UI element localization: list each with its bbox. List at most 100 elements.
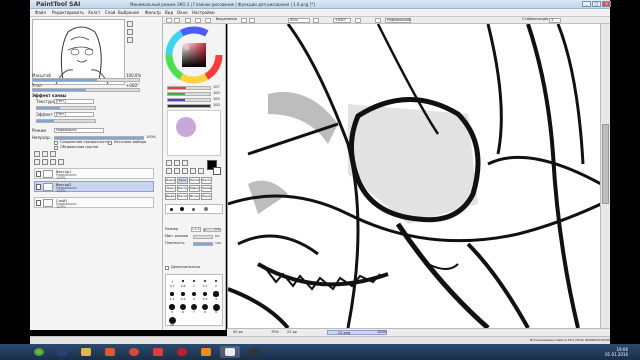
brush-size-cell[interactable]: 9 (211, 302, 221, 314)
rotate-right-icon[interactable] (355, 18, 361, 23)
deselect-icon[interactable] (185, 18, 191, 23)
tool-button[interactable]: Заливка (201, 185, 212, 192)
color-swatch[interactable] (176, 117, 196, 137)
new-layer-icon[interactable] (34, 151, 40, 157)
brush-size-cell[interactable]: 0.8 (178, 276, 188, 288)
minimize-button[interactable]: _ (582, 1, 591, 7)
menu-canvas[interactable]: Холст (88, 10, 100, 15)
rotate-left-icon[interactable] (313, 18, 319, 23)
nav-fit-icon[interactable] (127, 37, 133, 43)
selection-source-checkbox[interactable] (108, 141, 112, 145)
brush-size-cell[interactable]: 7 (189, 302, 199, 314)
brush-size-grid[interactable]: 0.7 0.8 1 1.5 2 2.3 2.6 3 3.5 4 5 6 7 8 9 10 (165, 274, 223, 327)
taskbar-app-photoshop[interactable] (52, 346, 72, 358)
menu-edit[interactable]: Редактировать (52, 10, 84, 15)
nav-zoom-out-icon[interactable] (127, 29, 133, 35)
merge-down-icon[interactable] (42, 159, 48, 165)
angle-select[interactable]: +000° (333, 18, 351, 23)
preserve-opacity-checkbox[interactable] (54, 141, 58, 145)
system-clock[interactable]: 19:06 01.01.2016 (605, 347, 628, 357)
checkbox-icon[interactable] (205, 18, 211, 23)
copy-layer-icon[interactable] (34, 159, 40, 165)
menu-filter[interactable]: Фильтр (145, 10, 161, 15)
menu-window[interactable]: Окно (177, 10, 188, 15)
brush-size-cell[interactable]: 3.5 (200, 289, 210, 301)
brush-size-cell[interactable]: 5 (167, 302, 177, 314)
taskbar-app-recorder[interactable] (244, 346, 264, 358)
nav-angle-slider[interactable] (32, 88, 140, 92)
menu-selection[interactable]: Выбрание (118, 10, 139, 15)
green-slider[interactable] (167, 92, 211, 96)
advanced-checkbox[interactable] (165, 266, 169, 270)
taskbar-app-yandex[interactable] (148, 346, 168, 358)
zoom-out-icon[interactable] (241, 18, 247, 23)
vertical-scrollbar[interactable] (600, 24, 610, 328)
brush-size-cell[interactable]: 8 (200, 302, 210, 314)
hand-tool-icon[interactable] (190, 168, 196, 174)
tool-button[interactable]: Маркер (189, 185, 200, 192)
tool-button[interactable]: Лассо (177, 193, 188, 200)
taskbar-app-explorer[interactable] (76, 346, 96, 358)
new-folder-icon[interactable] (50, 151, 56, 157)
menu-view[interactable]: Вид (165, 10, 173, 15)
move-tool-icon[interactable] (166, 168, 172, 174)
eye-icon[interactable] (36, 171, 41, 177)
undo-icon[interactable] (166, 18, 172, 23)
clear-layer-icon[interactable] (50, 159, 56, 165)
brush-size-cell[interactable]: 0.7 (167, 276, 177, 288)
texture-select[interactable]: [Нет] (54, 99, 94, 104)
zoom-in-icon[interactable] (249, 18, 255, 23)
secondary-color-icon[interactable] (213, 167, 221, 175)
color-wheel[interactable] (165, 26, 223, 84)
invert-icon[interactable] (195, 18, 201, 23)
tool-button[interactable]: Перо (165, 185, 176, 192)
tool-button[interactable]: Кисть (177, 185, 188, 192)
eye-icon[interactable] (36, 200, 41, 206)
scrollbar-thumb[interactable] (602, 124, 609, 204)
layer-mode-select[interactable]: Нормально (54, 128, 104, 133)
min-size-slider[interactable] (193, 235, 213, 239)
zoom-select[interactable]: 50% (288, 18, 310, 23)
stabilizer-select[interactable]: 3 (549, 18, 561, 23)
selection-tool-icon[interactable] (166, 160, 172, 166)
new-linework-layer-icon[interactable] (42, 151, 48, 157)
clipping-checkbox[interactable] (54, 146, 58, 150)
texture-scale-slider[interactable] (36, 106, 96, 110)
alpha-slider[interactable] (167, 104, 211, 108)
nav-zoom-in-icon[interactable] (127, 21, 133, 27)
brush-size-cell[interactable]: 4 (211, 289, 221, 301)
layer-row[interactable]: Вектор1 Нормально 100% (34, 168, 154, 180)
brush-size-cell[interactable]: 3 (189, 289, 199, 301)
density-slider[interactable] (193, 242, 213, 246)
magic-wand-icon[interactable] (182, 160, 188, 166)
tool-button[interactable]: Поворот (165, 177, 176, 184)
tool-button-active[interactable]: Рука (177, 177, 188, 184)
brush-size-cell[interactable]: 2.6 (178, 289, 188, 301)
delete-layer-icon[interactable] (58, 159, 64, 165)
brush-size-cell[interactable]: 2 (211, 276, 221, 288)
tool-button[interactable]: Линия (201, 193, 212, 200)
brush-size-cell[interactable]: 10 (167, 315, 177, 327)
scratchpad[interactable] (167, 110, 221, 156)
effect-select[interactable]: [Нет] (54, 112, 94, 117)
effect-width-slider[interactable] (36, 119, 96, 123)
size-multiplier-select[interactable]: x 1.0 (191, 227, 201, 232)
menu-file[interactable]: Файл (35, 10, 46, 15)
tool-button[interactable]: Пипетка (189, 177, 200, 184)
tool-button[interactable]: Выделение (165, 193, 176, 200)
brush-size-cell[interactable]: 1 (189, 276, 199, 288)
close-button[interactable]: ✕ (602, 1, 611, 7)
redo-icon[interactable] (174, 18, 180, 23)
taskbar-app-sai[interactable] (220, 346, 240, 358)
zoom-tool-icon[interactable] (174, 168, 180, 174)
rotate-tool-icon[interactable] (182, 168, 188, 174)
layer-row[interactable]: Слой1 Нормально 100% (34, 197, 154, 209)
brush-size-cell[interactable]: 2.3 (167, 289, 177, 301)
taskbar-app-media[interactable] (100, 346, 120, 358)
layer-row-selected[interactable]: Вектор2 Нормально 100% (34, 181, 154, 193)
start-button[interactable] (32, 346, 46, 358)
lasso-tool-icon[interactable] (174, 160, 180, 166)
blue-slider[interactable] (167, 98, 211, 102)
taskbar-app-vlc[interactable] (196, 346, 216, 358)
menu-layer[interactable]: Слой (105, 10, 115, 15)
